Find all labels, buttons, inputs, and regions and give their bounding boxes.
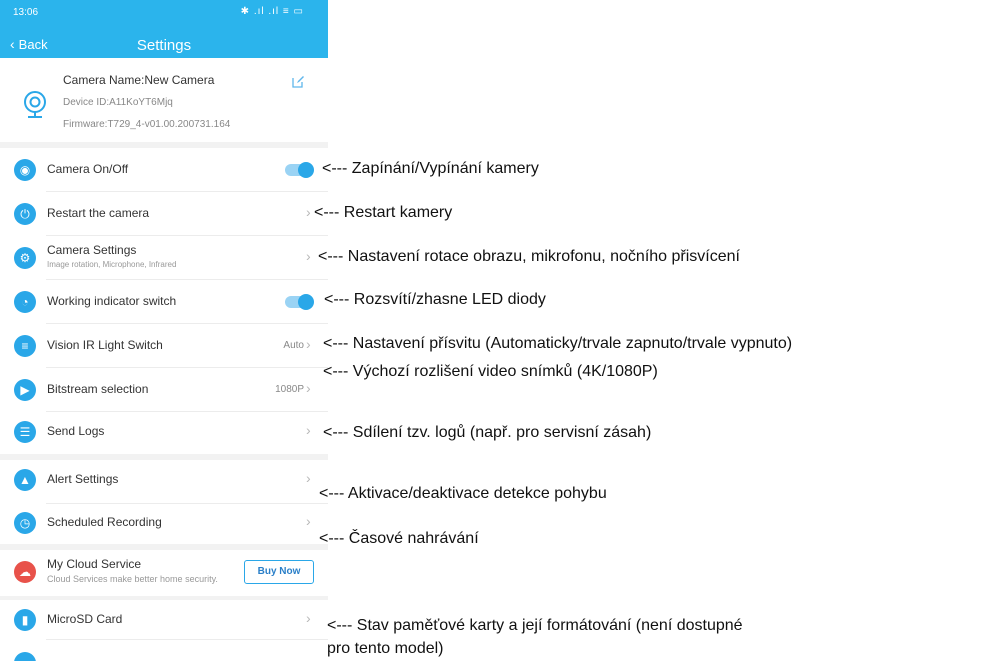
camera-settings-row[interactable]: ⚙ Camera Settings Image rotation, Microp…	[0, 236, 328, 280]
row-label: Camera On/Off	[47, 162, 129, 176]
document-icon: ☰	[14, 421, 36, 443]
bitstream-row[interactable]: ▶ Bitstream selection 1080P ›	[0, 368, 328, 412]
page-title: Settings	[136, 37, 192, 54]
chevron-right-icon: ›	[306, 248, 311, 264]
camera-settings-icon: ⚙	[14, 247, 36, 269]
row-label: Vision IR Light Switch	[47, 338, 163, 352]
row-sublabel: Image rotation, Microphone, Infrared	[47, 260, 177, 269]
row-sublabel: Cloud Services make better home security…	[47, 574, 218, 584]
camera-name: Camera Name:New Camera	[63, 73, 215, 87]
phone-screen: 13:06 ✱ .ıl .ıl ≡ ▭ ‹ Back Settings Camer…	[0, 0, 328, 661]
microsd-row[interactable]: ▮ MicroSD Card ›	[0, 600, 328, 640]
row-label: Scheduled Recording	[47, 515, 162, 529]
firmware-version: Firmware:T729_4-v01.00.200731.164	[63, 119, 231, 130]
row-label: Bitstream selection	[47, 382, 149, 396]
annotation-bitstream: <--- Výchozí rozlišení video snímků (4K/…	[323, 363, 658, 380]
status-icons: ✱ .ıl .ıl ≡ ▭	[240, 6, 304, 17]
annotation-alert: <--- Aktivace/deaktivace detekce pohybu	[319, 485, 607, 502]
annotation-ir-light: <--- Nastavení přísvitu (Automaticky/trv…	[323, 335, 793, 352]
annotation-camera-onoff: <--- Zapínání/Vypínání kamery	[322, 160, 539, 177]
row-label: Send Logs	[47, 424, 105, 438]
top-bar: 13:06 ✱ .ıl .ıl ≡ ▭ ‹ Back Settings	[0, 0, 328, 58]
chevron-right-icon: ›	[306, 422, 311, 438]
row-label: Camera Settings	[47, 243, 137, 257]
annotation-send-logs: <--- Sdílení tzv. logů (např. pro servis…	[323, 424, 652, 441]
chevron-right-icon: ›	[306, 336, 311, 352]
working-indicator-toggle[interactable]	[285, 294, 314, 310]
device-id: Device ID:A11KoYT6Mjq	[63, 97, 173, 108]
annotation-restart: <--- Restart kamery	[314, 204, 453, 221]
row-label: MicroSD Card	[47, 612, 123, 626]
annotation-working-indicator: <--- Rozsvítí/zhasne LED diody	[324, 291, 546, 308]
sd-card-icon: ▮	[14, 609, 36, 631]
row-label: Working indicator switch	[47, 294, 177, 308]
row-divider	[46, 639, 328, 640]
camera-onoff-toggle[interactable]	[285, 162, 314, 178]
chevron-right-icon: ›	[306, 380, 311, 396]
play-icon: ▶	[14, 379, 36, 401]
alert-settings-row[interactable]: ▲ Alert Settings ›	[0, 460, 328, 504]
chevron-right-icon: ›	[306, 513, 311, 529]
ir-light-row[interactable]: ≡ Vision IR Light Switch Auto ›	[0, 324, 328, 368]
toggle-knob	[298, 162, 314, 178]
annotation-camera-settings: <--- Nastavení rotace obrazu, mikrofonu,…	[318, 248, 740, 265]
row-label: Alert Settings	[47, 472, 119, 486]
toggle-knob	[298, 294, 314, 310]
buy-now-button[interactable]: Buy Now	[244, 560, 314, 584]
row-label: My Cloud Service	[47, 557, 142, 571]
chevron-right-icon: ›	[306, 610, 311, 626]
chevron-right-icon: ›	[306, 470, 311, 486]
annotation-microsd-cont: pro tento model)	[327, 640, 444, 657]
annotation-microsd: <--- Stav paměťové karty a její formátov…	[327, 617, 743, 634]
alert-bell-icon: ▲	[14, 469, 36, 491]
camera-onoff-row[interactable]: ◉ Camera On/Off	[0, 148, 328, 192]
status-time: 13:06	[13, 7, 39, 18]
working-indicator-row[interactable]: ◔ Working indicator switch	[0, 280, 328, 324]
camera-icon: ◉	[14, 159, 36, 181]
camera-device-icon	[24, 91, 46, 118]
row-label: Restart the camera	[47, 206, 150, 220]
row-value: 1080P	[275, 384, 304, 395]
ir-light-icon: ≡	[14, 335, 36, 357]
bell-indicator-icon: ◔	[14, 291, 36, 313]
cloud-icon: ☁	[14, 561, 36, 583]
partial-row-icon	[14, 652, 36, 661]
restart-camera-row[interactable]: ⏻ Restart the camera ›	[0, 192, 328, 236]
send-logs-row[interactable]: ☰ Send Logs ›	[0, 412, 328, 456]
scheduled-recording-row[interactable]: ◷ Scheduled Recording ›	[0, 504, 328, 548]
clock-icon: ◷	[14, 512, 36, 534]
row-value: Auto	[283, 340, 304, 351]
power-icon: ⏻	[14, 203, 36, 225]
edit-icon[interactable]	[292, 75, 305, 88]
annotation-scheduled: <--- Časové nahrávání	[319, 530, 479, 547]
chevron-right-icon: ›	[306, 204, 311, 220]
